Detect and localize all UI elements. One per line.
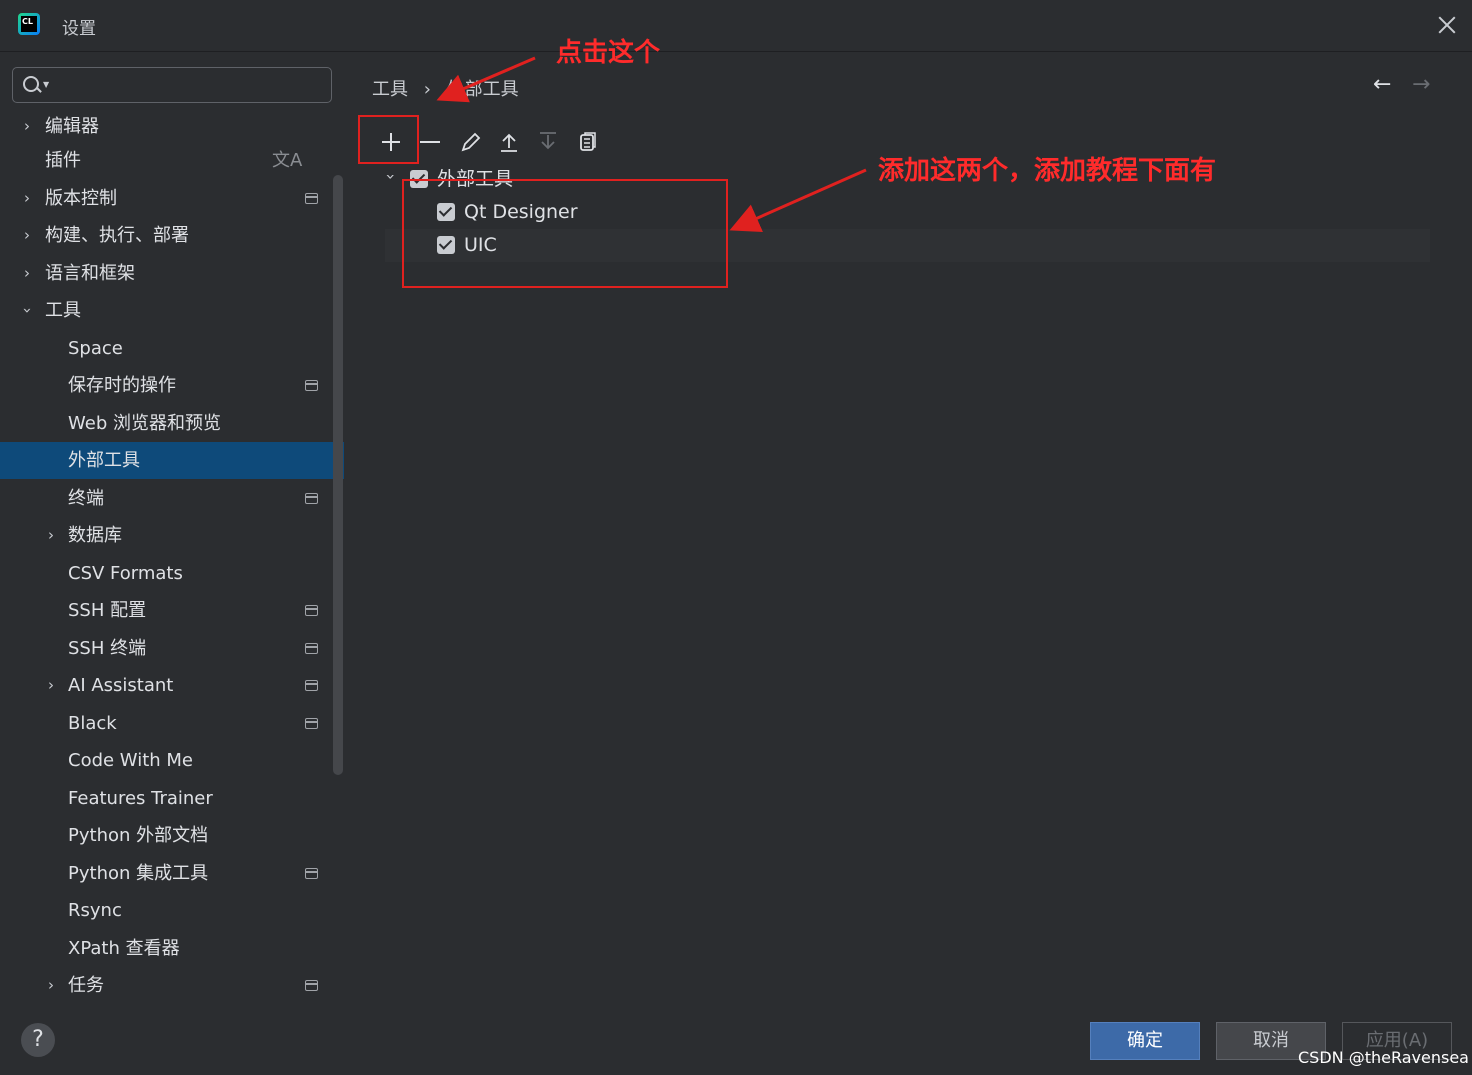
chevron-right-icon[interactable]: › (20, 255, 34, 292)
project-scope-icon (305, 193, 318, 204)
sidebar-item-csv-formats[interactable]: CSV Formats (0, 555, 344, 592)
forward-arrow-icon[interactable]: → (1412, 72, 1430, 97)
sidebar-item-languages[interactable]: › 语言和框架 (0, 255, 344, 292)
title-bar: CL 设置 (0, 0, 1472, 52)
sidebar-item-space[interactable]: Space (0, 330, 344, 367)
annotation-add-these-two: 添加这两个，添加教程下面有 (878, 156, 1217, 186)
move-down-icon[interactable] (533, 126, 563, 158)
ok-button[interactable]: 确定 (1090, 1022, 1200, 1060)
project-scope-icon (305, 380, 318, 391)
back-arrow-icon[interactable]: ← (1373, 72, 1391, 97)
sidebar-item-tasks[interactable]: › 任务 (0, 967, 344, 1004)
sidebar-item-terminal[interactable]: 终端 (0, 480, 344, 517)
sidebar-item-web-browsers[interactable]: Web 浏览器和预览 (0, 405, 344, 442)
search-options-chevron-icon[interactable]: ▼ (43, 80, 49, 89)
chevron-right-icon[interactable]: › (20, 180, 34, 217)
chevron-down-icon[interactable]: › (9, 304, 46, 318)
annotation-click-this: 点击这个 (556, 38, 661, 68)
annotation-add-highlight (358, 115, 419, 164)
help-button[interactable]: ? (21, 1023, 55, 1057)
chevron-right-icon[interactable]: › (44, 517, 58, 554)
search-input[interactable] (57, 72, 321, 98)
sidebar-item-black[interactable]: Black (0, 705, 344, 742)
breadcrumb: 工具 › 外部工具 (372, 75, 529, 101)
sidebar-item-actions-on-save[interactable]: 保存时的操作 (0, 367, 344, 404)
sidebar-item-editor[interactable]: › 编辑器 (0, 108, 344, 145)
clion-logo-icon: CL (18, 13, 40, 35)
project-scope-icon (305, 718, 318, 729)
sidebar-item-ssh-terminal[interactable]: SSH 终端 (0, 630, 344, 667)
sidebar-item-features-trainer[interactable]: Features Trainer (0, 780, 344, 817)
sidebar-item-tools[interactable]: › 工具 (0, 292, 344, 329)
copy-icon[interactable] (572, 126, 602, 158)
sidebar-item-code-with-me[interactable]: Code With Me (0, 742, 344, 779)
sidebar-item-rsync[interactable]: Rsync (0, 892, 344, 929)
search-icon (23, 76, 39, 92)
settings-sidebar: › 编辑器 插件 文A › 版本控制 › 构建、执行、部署 › 语言和框架 › … (0, 108, 344, 1008)
project-scope-icon (305, 868, 318, 879)
sidebar-scrollbar[interactable] (333, 175, 343, 775)
sidebar-item-plugins[interactable]: 插件 文A (0, 142, 344, 179)
sidebar-item-build[interactable]: › 构建、执行、部署 (0, 217, 344, 254)
breadcrumb-parent[interactable]: 工具 (372, 79, 408, 100)
chevron-right-icon[interactable]: › (20, 108, 34, 145)
window-title: 设置 (62, 19, 96, 39)
annotation-tools-highlight (402, 179, 728, 288)
logo-text: CL (21, 16, 37, 32)
close-button[interactable] (1436, 14, 1458, 36)
breadcrumb-separator: › (423, 79, 431, 100)
remove-icon[interactable] (415, 126, 445, 158)
breadcrumb-current: 外部工具 (446, 79, 519, 100)
settings-search-box[interactable]: ▼ (12, 67, 332, 103)
sidebar-item-python-integrated-tools[interactable]: Python 集成工具 (0, 855, 344, 892)
sidebar-item-external-tools[interactable]: 外部工具 (0, 442, 344, 479)
chevron-right-icon[interactable]: › (20, 217, 34, 254)
translate-icon: 文A (272, 150, 303, 171)
project-scope-icon (305, 980, 318, 991)
sidebar-item-python-external-docs[interactable]: Python 外部文档 (0, 817, 344, 854)
watermark: CSDN @theRavensea (1298, 1048, 1469, 1067)
project-scope-icon (305, 680, 318, 691)
edit-icon[interactable] (455, 126, 485, 158)
sidebar-item-ssh-config[interactable]: SSH 配置 (0, 592, 344, 629)
project-scope-icon (305, 605, 318, 616)
chevron-right-icon[interactable]: › (44, 967, 58, 1004)
sidebar-item-vcs[interactable]: › 版本控制 (0, 180, 344, 217)
project-scope-icon (305, 643, 318, 654)
project-scope-icon (305, 493, 318, 504)
chevron-right-icon[interactable]: › (44, 667, 58, 704)
move-up-icon[interactable] (494, 126, 524, 158)
sidebar-item-ai-assistant[interactable]: › AI Assistant (0, 667, 344, 704)
sidebar-item-database[interactable]: › 数据库 (0, 517, 344, 554)
sidebar-item-xpath-viewer[interactable]: XPath 查看器 (0, 930, 344, 967)
